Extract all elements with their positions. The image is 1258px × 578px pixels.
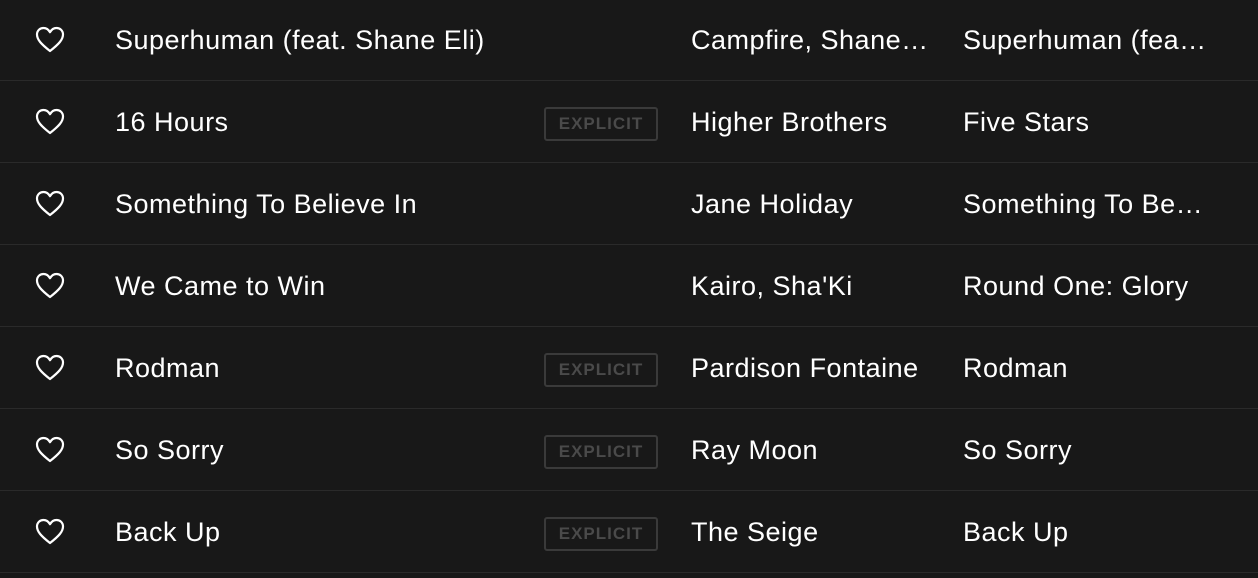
- track-row[interactable]: 16 Hours EXPLICIT Higher Brothers Five S…: [0, 82, 1258, 163]
- track-row[interactable]: Back Up EXPLICIT The Seige Back Up: [0, 492, 1258, 573]
- track-artist[interactable]: The Seige: [691, 492, 933, 573]
- heart-icon[interactable]: [35, 190, 65, 217]
- heart-icon[interactable]: [35, 26, 65, 53]
- explicit-badge: EXPLICIT: [544, 107, 658, 141]
- track-title[interactable]: 16 Hours: [115, 82, 525, 163]
- heart-icon[interactable]: [35, 108, 65, 135]
- track-title[interactable]: We Came to Win: [115, 246, 525, 327]
- track-album[interactable]: Rodman: [963, 328, 1208, 409]
- track-list: Superhuman (feat. Shane Eli) Campfire, S…: [0, 0, 1258, 578]
- track-album[interactable]: Something To Believe In: [963, 164, 1208, 245]
- track-artist[interactable]: Pardison Fontaine: [691, 328, 933, 409]
- track-artist[interactable]: Ray Moon: [691, 410, 933, 491]
- track-album[interactable]: So Sorry: [963, 410, 1208, 491]
- track-artist[interactable]: Campfire, Shane Eli: [691, 0, 933, 81]
- track-title[interactable]: Back Up: [115, 492, 525, 573]
- heart-icon[interactable]: [35, 518, 65, 545]
- track-title[interactable]: Superhuman (feat. Shane Eli): [115, 0, 525, 81]
- track-album[interactable]: Five Stars: [963, 82, 1208, 163]
- track-row[interactable]: Something To Believe In Jane Holiday Som…: [0, 164, 1258, 245]
- explicit-badge: EXPLICIT: [544, 435, 658, 469]
- track-row[interactable]: We Came to Win Kairo, Sha'Ki Round One: …: [0, 246, 1258, 327]
- track-title[interactable]: Something To Believe In: [115, 164, 525, 245]
- track-album[interactable]: Round One: Glory: [963, 246, 1208, 327]
- explicit-badge: EXPLICIT: [544, 517, 658, 551]
- heart-icon[interactable]: [35, 436, 65, 463]
- track-row[interactable]: Rodman EXPLICIT Pardison Fontaine Rodman: [0, 328, 1258, 409]
- track-album[interactable]: Superhuman (feat. Shane Eli): [963, 0, 1208, 81]
- track-album[interactable]: Back Up: [963, 492, 1208, 573]
- explicit-badge: EXPLICIT: [544, 353, 658, 387]
- track-artist[interactable]: Kairo, Sha'Ki: [691, 246, 933, 327]
- track-artist[interactable]: Higher Brothers: [691, 82, 933, 163]
- track-artist[interactable]: Jane Holiday: [691, 164, 933, 245]
- track-row[interactable]: So Sorry EXPLICIT Ray Moon So Sorry: [0, 410, 1258, 491]
- track-title[interactable]: Rodman: [115, 328, 525, 409]
- track-row[interactable]: Superhuman (feat. Shane Eli) Campfire, S…: [0, 0, 1258, 81]
- heart-icon[interactable]: [35, 354, 65, 381]
- heart-icon[interactable]: [35, 272, 65, 299]
- track-title[interactable]: So Sorry: [115, 410, 525, 491]
